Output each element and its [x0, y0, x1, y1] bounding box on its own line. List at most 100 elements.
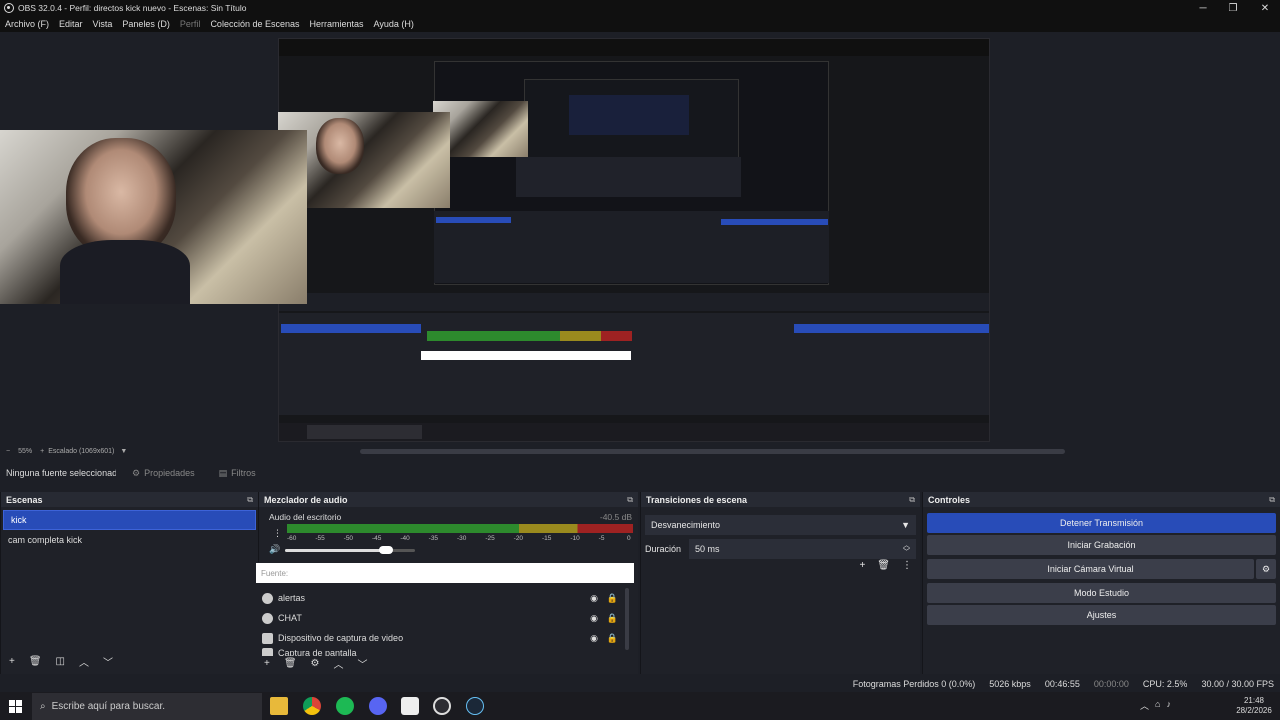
menu-vista[interactable]: Vista: [93, 19, 113, 29]
volume-slider[interactable]: [285, 546, 415, 554]
start-recording-button[interactable]: Iniciar Grabación: [927, 535, 1276, 555]
lock-icon[interactable]: 🔒: [607, 593, 618, 604]
obs-logo-icon: [4, 3, 14, 13]
meter-tick-label: -45: [372, 535, 382, 542]
eye-icon[interactable]: ◉: [590, 593, 598, 604]
undock-icon[interactable]: ⧉: [627, 495, 633, 505]
sources-scrollbar[interactable]: [625, 588, 629, 650]
taskbar-clock[interactable]: 21:48 28/2/2026: [1232, 696, 1276, 716]
trash-icon[interactable]: 🗑: [877, 560, 890, 571]
obs-taskbar-icon[interactable]: [433, 697, 451, 715]
eye-icon[interactable]: ◉: [590, 613, 598, 624]
start-virtual-cam-button[interactable]: Iniciar Cámara Virtual: [927, 559, 1254, 579]
zoom-out-button[interactable]: −: [6, 448, 10, 455]
close-button[interactable]: ✕: [1250, 0, 1280, 16]
trash-icon[interactable]: 🗑: [284, 658, 297, 669]
speaker-icon[interactable]: 🔊: [269, 544, 280, 555]
file-explorer-icon[interactable]: [270, 697, 288, 715]
gear-icon: ⚙: [1261, 563, 1271, 574]
move-up-icon[interactable]: ︿: [79, 654, 89, 669]
minimize-button[interactable]: ─: [1188, 0, 1218, 16]
preview-canvas[interactable]: [0, 32, 1280, 445]
more-icon[interactable]: ⋮: [902, 560, 912, 571]
maximize-button[interactable]: ❐: [1218, 0, 1248, 16]
sources-filter-input[interactable]: Fuente:: [256, 563, 634, 583]
undock-icon[interactable]: ⧉: [1269, 495, 1275, 505]
trash-icon[interactable]: 🗑: [29, 656, 42, 667]
source-item[interactable]: alertas ◉ 🔒: [256, 588, 634, 608]
zoom-in-button[interactable]: +: [40, 448, 44, 455]
controls-header: Controles ⧉: [923, 492, 1280, 507]
eye-icon[interactable]: ◉: [590, 633, 598, 644]
title-bar: OBS 32.0.4 - Perfil: directos kick nuevo…: [0, 0, 1280, 16]
chrome-icon[interactable]: [303, 697, 321, 715]
add-icon[interactable]: +: [9, 656, 15, 667]
virtual-cam-settings-button[interactable]: ⚙: [1256, 559, 1276, 579]
filters-button[interactable]: ▤ Filtros: [211, 465, 264, 482]
rec-time: 00:00:00: [1093, 679, 1129, 689]
duration-spinbox[interactable]: 50 ms ︿ ﹀: [689, 539, 916, 559]
spotify-icon[interactable]: [336, 697, 354, 715]
meter-tick-label: -25: [485, 535, 495, 542]
speaker-icon[interactable]: ♪: [1166, 699, 1171, 712]
settings-button[interactable]: Ajustes: [927, 605, 1276, 625]
meter-tick-label: -30: [457, 535, 467, 542]
search-icon: ⌕: [40, 701, 46, 712]
move-down-icon[interactable]: ﹀: [358, 656, 368, 671]
menu-coleccion-escenas[interactable]: Colección de Escenas: [210, 19, 299, 29]
steam-icon[interactable]: [466, 697, 484, 715]
tray-chevron-icon[interactable]: ︿: [1140, 699, 1149, 712]
transitions-title: Transiciones de escena: [646, 494, 748, 505]
add-icon[interactable]: +: [859, 560, 865, 571]
undock-icon[interactable]: ⧉: [909, 495, 915, 505]
source-name: alertas: [278, 593, 306, 603]
browser-source-icon: [262, 592, 273, 604]
studio-mode-button[interactable]: Modo Estudio: [927, 583, 1276, 603]
gear-icon[interactable]: ⚙: [311, 658, 320, 669]
source-item[interactable]: CHAT ◉ 🔒: [256, 608, 634, 628]
menu-editar[interactable]: Editar: [59, 19, 83, 29]
menu-ayuda[interactable]: Ayuda (H): [374, 19, 414, 29]
transition-select[interactable]: Desvanecimiento ▼: [645, 515, 916, 535]
horizontal-scrollbar[interactable]: [360, 449, 1065, 454]
scenes-toolbar: + 🗑 ◫ ︿ ﹀: [1, 654, 113, 669]
calendar-icon[interactable]: [401, 697, 419, 715]
scene-item[interactable]: kick: [3, 510, 256, 530]
source-item[interactable]: Captura de pantalla: [256, 648, 634, 656]
menu-perfil[interactable]: Perfil: [180, 19, 201, 29]
transitions-header: Transiciones de escena ⧉: [641, 492, 920, 507]
undock-icon[interactable]: ⧉: [247, 495, 253, 505]
meter-tick-label: -10: [570, 535, 580, 542]
windows-start-icon[interactable]: [9, 700, 22, 713]
stop-stream-button[interactable]: Detener Transmisión: [927, 513, 1276, 533]
status-bar: Fotogramas Perdidos 0 (0.0%) 5026 kbps 0…: [0, 676, 1280, 692]
add-icon[interactable]: +: [264, 658, 270, 669]
transitions-toolbar: + 🗑 ⋮: [859, 560, 912, 571]
move-down-icon[interactable]: ﹀: [103, 654, 113, 669]
properties-button[interactable]: ⚙ Propiedades: [124, 465, 203, 482]
taskbar-search[interactable]: ⌕ Escribe aquí para buscar.: [32, 693, 262, 720]
chevron-down-icon[interactable]: ▼: [120, 448, 127, 455]
no-source-label: Ninguna fuente seleccionada: [6, 468, 116, 478]
sources-panel: Fuente: alertas ◉ 🔒 CHAT ◉ 🔒 Dispositivo de …: [256, 562, 634, 674]
duration-row: Duración 50 ms ︿ ﹀: [641, 539, 920, 559]
scene-item[interactable]: cam completa kick: [1, 530, 258, 550]
menu-herramientas[interactable]: Herramientas: [310, 19, 364, 29]
lock-icon[interactable]: 🔒: [607, 613, 618, 624]
move-up-icon[interactable]: ︿: [334, 656, 344, 671]
source-item[interactable]: Dispositivo de captura de video ◉ 🔒: [256, 628, 634, 648]
mixer-menu-icon[interactable]: ⋮: [273, 528, 282, 539]
meter-tick-label: -60: [287, 535, 297, 542]
menu-paneles[interactable]: Paneles (D): [122, 19, 170, 29]
scenes-title: Escenas: [6, 494, 43, 505]
discord-icon[interactable]: [369, 697, 387, 715]
network-icon[interactable]: ⌂: [1155, 699, 1160, 712]
menu-archivo[interactable]: Archivo (F): [5, 19, 49, 29]
filter-icon[interactable]: ◫: [56, 656, 65, 667]
monitor-icon: [262, 648, 273, 656]
lock-icon[interactable]: 🔒: [607, 633, 618, 644]
transition-value: Desvanecimiento: [651, 520, 721, 530]
scale-label[interactable]: Escalado (1069x601): [48, 448, 114, 455]
spin-arrows-icon[interactable]: ︿ ﹀: [903, 542, 910, 556]
meter-tick-label: -15: [542, 535, 552, 542]
